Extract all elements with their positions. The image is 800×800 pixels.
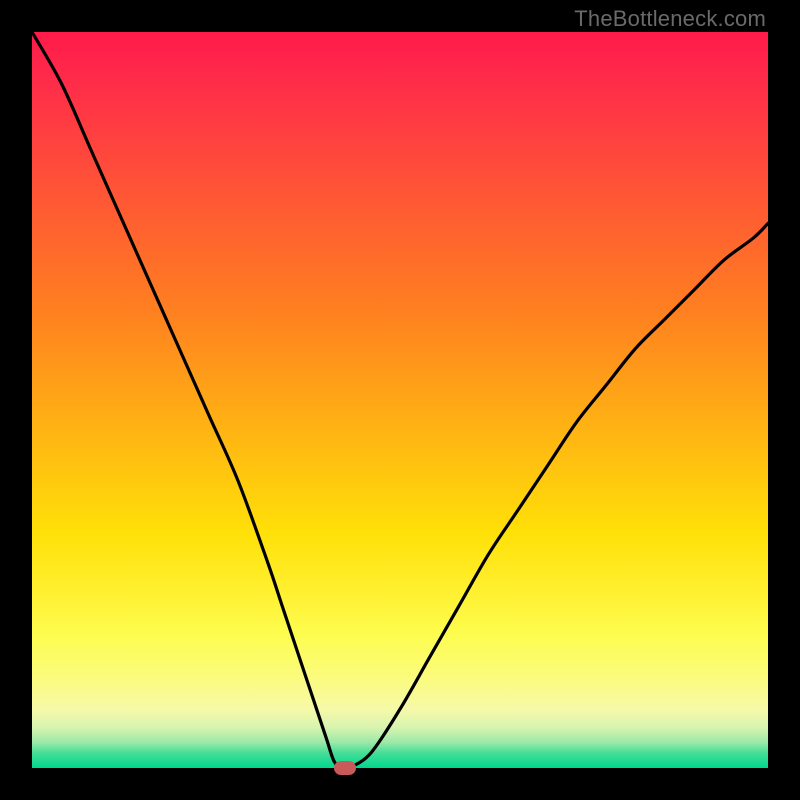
chart-frame: TheBottleneck.com	[0, 0, 800, 800]
bottleneck-curve	[32, 32, 768, 768]
plot-area	[32, 32, 768, 768]
watermark-text: TheBottleneck.com	[574, 6, 766, 32]
optimal-marker	[334, 761, 356, 775]
